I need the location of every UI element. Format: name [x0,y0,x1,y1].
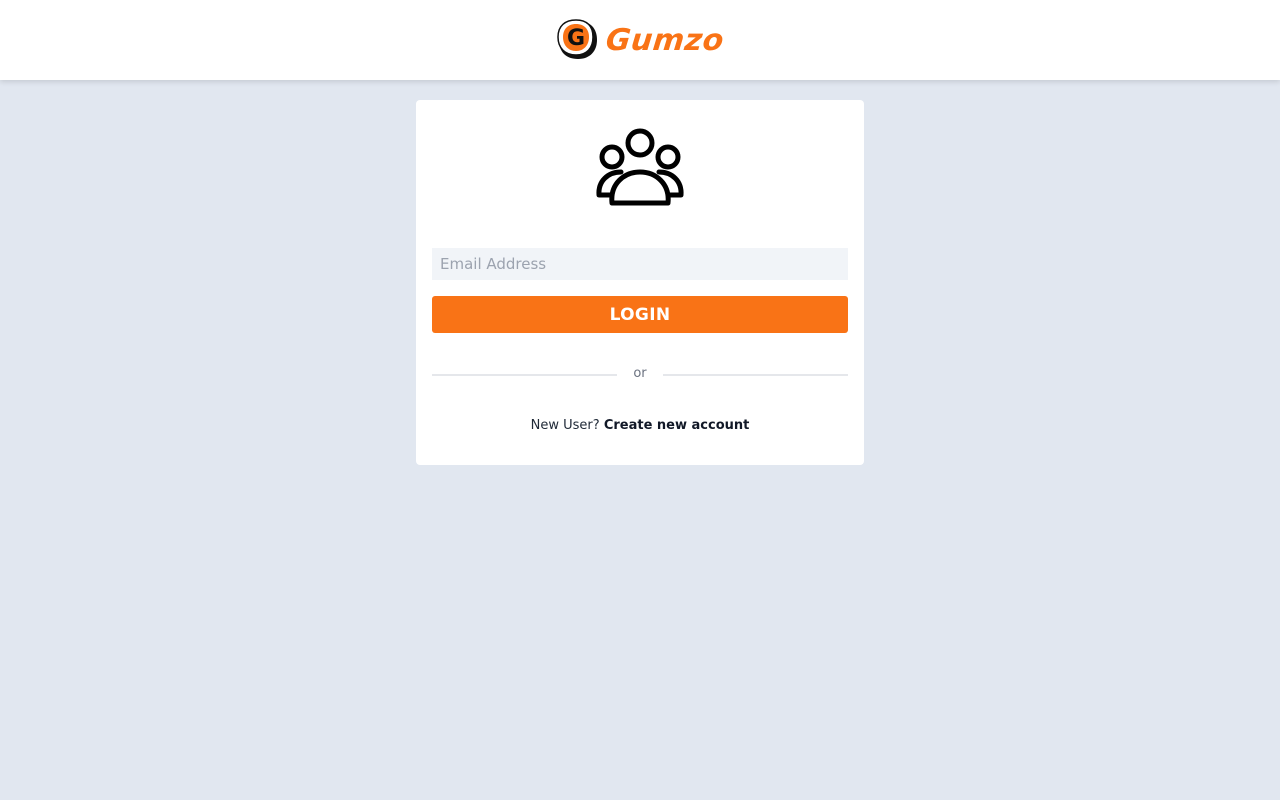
gumzo-logo-icon: G [557,19,598,59]
login-button[interactable]: LOGIN [432,296,848,333]
logo-letter: G [567,26,585,51]
brand-logo[interactable]: G Gumzo [556,18,726,62]
divider-text: or [633,366,647,381]
create-account-link[interactable]: Create new account [604,418,750,433]
divider-line-left [432,374,617,376]
signup-row: New User? Create new account [416,418,864,433]
brand-name: Gumzo [604,22,726,58]
divider-line-right [663,374,848,376]
top-header: G Gumzo [0,0,1280,80]
email-field[interactable] [432,248,848,280]
users-group-icon [596,128,684,206]
signup-prompt: New User? [530,418,600,433]
